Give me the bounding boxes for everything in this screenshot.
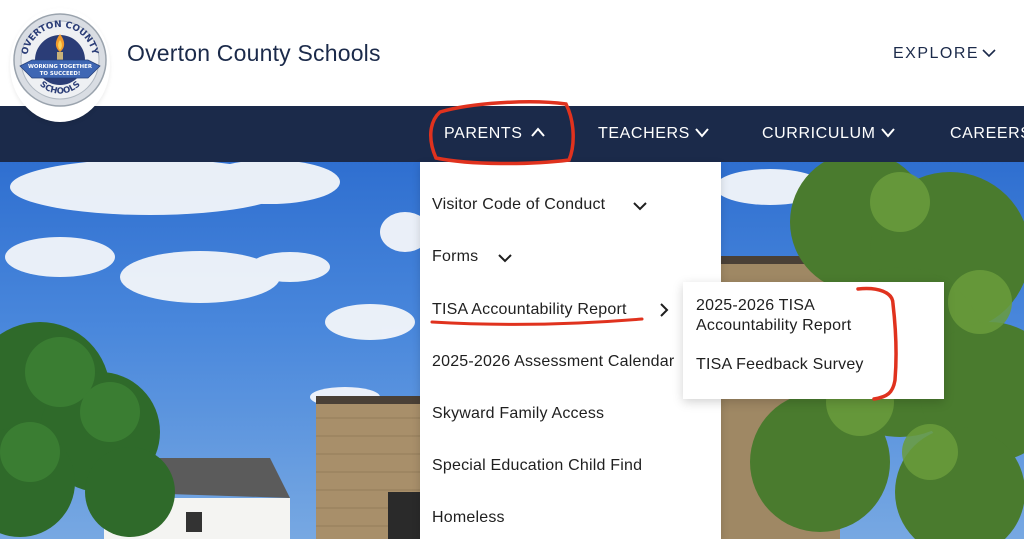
nav-item-label: TEACHERS — [598, 125, 690, 142]
menu-item-visitor-code[interactable]: Visitor Code of Conduct — [432, 196, 647, 214]
explore-label: EXPLORE — [893, 45, 980, 62]
chevron-up-icon — [531, 127, 545, 137]
parents-dropdown-menu: Visitor Code of Conduct Forms TISA Accou… — [420, 162, 721, 539]
menu-item-label: Forms — [432, 248, 479, 265]
nav-item-parents[interactable]: PARENTS — [444, 106, 545, 162]
nav-item-label: CAREERS — [950, 125, 1024, 142]
site-title[interactable]: Overton County Schools — [127, 40, 381, 67]
chevron-down-icon — [695, 128, 709, 138]
menu-item-assessment-calendar[interactable]: 2025-2026 Assessment Calendar — [432, 353, 674, 371]
chevron-down-icon — [982, 49, 996, 58]
submenu-item-tisa-report-2025[interactable]: 2025-2026 TISA Accountability Report — [696, 296, 851, 336]
site-header: Overton County Schools EXPLORE — [0, 0, 1024, 106]
nav-item-label: CURRICULUM — [762, 125, 876, 142]
nav-item-careers[interactable]: CAREERS — [950, 106, 1024, 162]
menu-item-homeless[interactable]: Homeless — [432, 509, 505, 527]
chevron-down-icon — [633, 202, 647, 211]
submenu-item-label-line1: 2025-2026 TISA — [696, 297, 816, 314]
svg-text:TO SUCCEED!: TO SUCCEED! — [40, 71, 81, 77]
menu-item-child-find[interactable]: Special Education Child Find — [432, 457, 642, 475]
menu-item-forms[interactable]: Forms — [432, 248, 512, 266]
chevron-down-icon — [498, 254, 512, 263]
nav-item-label: PARENTS — [444, 125, 523, 142]
main-navbar: PARENTS TEACHERS CURRICULUM CAREERS — [0, 106, 1024, 162]
chevron-right-icon — [660, 303, 669, 317]
menu-item-label: Visitor Code of Conduct — [432, 196, 606, 213]
explore-menu-button[interactable]: EXPLORE — [893, 45, 996, 63]
tisa-submenu: 2025-2026 TISA Accountability Report TIS… — [683, 282, 944, 399]
submenu-item-tisa-feedback[interactable]: TISA Feedback Survey — [696, 355, 864, 375]
nav-item-teachers[interactable]: TEACHERS — [598, 106, 709, 162]
submenu-item-label-line2: Accountability Report — [696, 317, 852, 334]
school-logo-icon: WORKING TOGETHER TO SUCCEED! OVERTON COU… — [13, 13, 107, 107]
menu-item-skyward[interactable]: Skyward Family Access — [432, 405, 604, 423]
menu-item-tisa-report[interactable]: TISA Accountability Report — [432, 301, 669, 319]
svg-text:WORKING TOGETHER: WORKING TOGETHER — [28, 64, 93, 70]
school-logo[interactable]: WORKING TOGETHER TO SUCCEED! OVERTON COU… — [10, 8, 110, 122]
nav-item-curriculum[interactable]: CURRICULUM — [762, 106, 895, 162]
chevron-down-icon — [881, 128, 895, 138]
menu-item-label: TISA Accountability Report — [432, 301, 627, 318]
